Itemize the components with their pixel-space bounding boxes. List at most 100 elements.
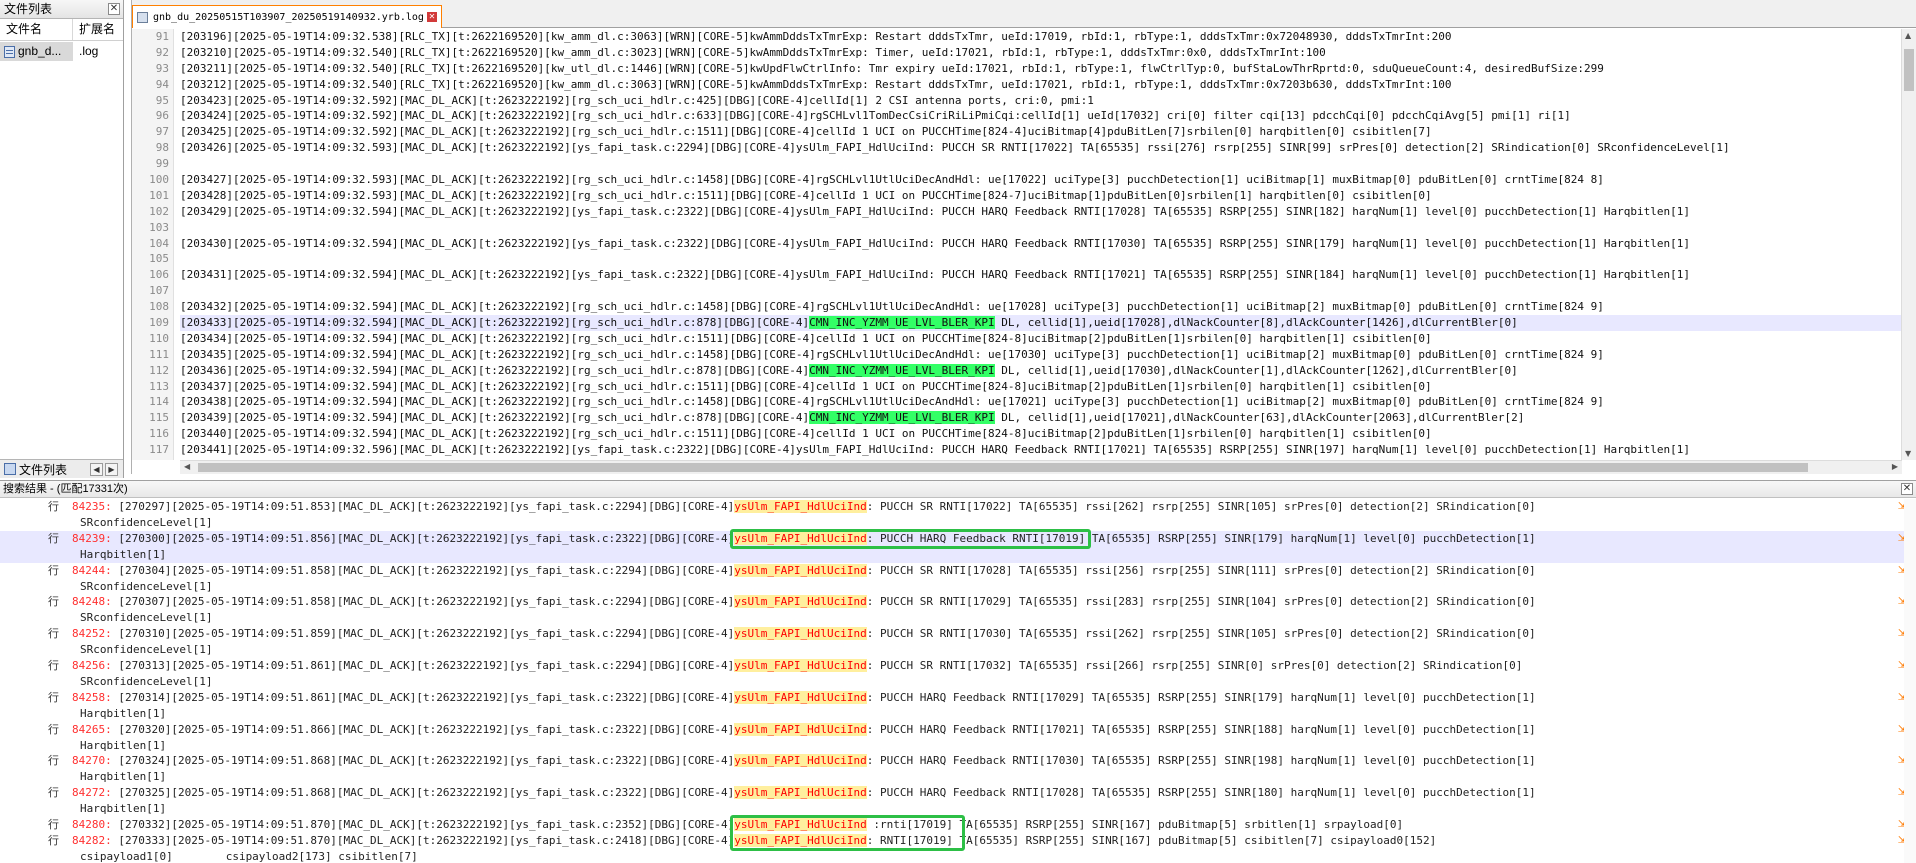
close-tab-icon[interactable]: ✕ <box>426 12 437 22</box>
code-line[interactable]: [203433][2025-05-19T14:09:32.594][MAC_DL… <box>180 315 1902 331</box>
column-header-filename[interactable]: 文件名 <box>0 19 73 40</box>
code-line[interactable]: [203210][2025-05-19T14:09:32.540][RLC_TX… <box>180 45 1902 61</box>
code-line[interactable]: [203434][2025-05-19T14:09:32.594][MAC_DL… <box>180 331 1902 347</box>
document-tab[interactable]: gnb_du_20250515T103907_20250519140932.yr… <box>132 5 442 28</box>
vertical-scrollbar[interactable]: ▲ ▼ <box>1901 29 1916 460</box>
code-line[interactable]: [203424][2025-05-19T14:09:32.592][MAC_DL… <box>180 108 1902 124</box>
file-icon <box>4 45 15 58</box>
code-line[interactable]: [203428][2025-05-19T14:09:32.593][MAC_DL… <box>180 188 1902 204</box>
result-prefix: [270332][2025-05-19T14:09:51.870][MAC_DL… <box>111 818 735 831</box>
result-continuation-text: SRconfidenceLevel[1] <box>80 643 213 657</box>
search-result-row[interactable]: 行 84265: [270320][2025-05-19T14:09:51.866… <box>0 722 1916 738</box>
result-prefix: [270310][2025-05-19T14:09:51.859][MAC_DL… <box>111 627 735 641</box>
result-line-number[interactable]: 84239: <box>72 532 112 545</box>
search-result-row[interactable]: 行 84244: [270304][2025-05-19T14:09:51.858… <box>0 563 1916 579</box>
search-result-continuation: Harqbitlen[1] <box>0 769 1916 785</box>
code-line[interactable]: [203437][2025-05-19T14:09:32.594][MAC_DL… <box>180 379 1902 395</box>
line-number: 96 <box>155 109 169 123</box>
scroll-left-icon[interactable]: ◀ <box>90 462 103 476</box>
result-line-number[interactable]: 84256: <box>72 659 112 672</box>
code-line[interactable]: [203427][2025-05-19T14:09:32.593][MAC_DL… <box>180 172 1902 188</box>
horizontal-scrollbar[interactable]: ◀ ▶ <box>180 460 1902 474</box>
result-line-number[interactable]: 84265: <box>72 723 112 736</box>
scroll-right-icon[interactable]: ▶ <box>1892 462 1898 471</box>
line-number: 115 <box>149 411 169 425</box>
search-result-row[interactable]: 行 84256: [270313][2025-05-19T14:09:51.861… <box>0 658 1916 674</box>
result-line-number[interactable]: 84248: <box>72 595 112 608</box>
close-icon[interactable]: ✕ <box>1901 483 1913 495</box>
search-result-row[interactable]: 行 84252: [270310][2025-05-19T14:09:51.859… <box>0 626 1916 642</box>
scroll-right-icon[interactable]: ▶ <box>105 462 118 476</box>
search-result-row[interactable]: 行 84258: [270314][2025-05-19T14:09:51.861… <box>0 690 1916 706</box>
result-line-number[interactable]: 84282: <box>72 834 112 847</box>
search-result-row[interactable]: 行 84272: [270325][2025-05-19T14:09:51.868… <box>0 785 1916 801</box>
code-line[interactable]: [203425][2025-05-19T14:09:32.592][MAC_DL… <box>180 124 1902 140</box>
scroll-left-icon[interactable]: ◀ <box>184 462 190 471</box>
code-line[interactable]: [203196][2025-05-19T14:09:32.538][RLC_TX… <box>180 29 1902 45</box>
code-line[interactable]: [203423][2025-05-19T14:09:32.592][MAC_DL… <box>180 93 1902 109</box>
search-result-continuation: SRconfidenceLevel[1] <box>0 674 1916 690</box>
code-line[interactable]: [203212][2025-05-19T14:09:32.540][RLC_TX… <box>180 77 1902 93</box>
line-number: 91 <box>155 30 169 43</box>
line-number: 107 <box>149 284 169 298</box>
code-line[interactable]: [203211][2025-05-19T14:09:32.540][RLC_TX… <box>180 61 1902 77</box>
row-label: 行 <box>48 754 59 768</box>
search-match: ysUlm_FAPI_HdlUciInd <box>734 690 867 704</box>
result-prefix: [270320][2025-05-19T14:09:51.866][MAC_DL… <box>111 722 735 736</box>
search-result-row[interactable]: 行 84235: [270297][2025-05-19T14:09:51.853… <box>0 499 1916 515</box>
editor-pane[interactable]: gnb_du_20250515T103907_20250519140932.yr… <box>131 0 1916 474</box>
column-header-extension[interactable]: 扩展名 <box>73 19 123 40</box>
scrollbar-thumb[interactable] <box>1904 49 1914 91</box>
highlighted-keyword: CMN_INC_YZMM_UE_LVL_BLER_KPI <box>809 316 995 330</box>
result-text: : PUCCH HARQ Feedback RNTI[17021] TA[655… <box>866 722 1536 736</box>
code-area[interactable]: [203196][2025-05-19T14:09:32.538][RLC_TX… <box>180 29 1902 460</box>
file-extension: .log <box>79 44 99 58</box>
search-match: ysUlm_FAPI_HdlUciInd <box>734 500 867 513</box>
scroll-down-icon[interactable]: ▼ <box>1905 449 1911 458</box>
vertical-scrollbar[interactable] <box>1904 499 1916 863</box>
code-line[interactable]: [203436][2025-05-19T14:09:32.594][MAC_DL… <box>180 363 1902 379</box>
scrollbar-thumb[interactable] <box>198 463 1808 472</box>
code-line[interactable]: [203430][2025-05-19T14:09:32.594][MAC_DL… <box>180 236 1902 252</box>
code-line[interactable] <box>180 283 1902 299</box>
line-number: 92 <box>155 45 169 59</box>
result-line-number[interactable]: 84252: <box>72 627 112 640</box>
tab-file-list[interactable]: 文件列表 <box>0 461 67 478</box>
result-line-number[interactable]: 84235: <box>72 500 112 513</box>
code-line[interactable] <box>180 156 1902 172</box>
code-line[interactable]: [203439][2025-05-19T14:09:32.594][MAC_DL… <box>180 410 1902 426</box>
search-results-panel: 搜索结果 - (匹配17331次) ✕ 行 84235: [270297][202… <box>0 480 1916 863</box>
code-line[interactable]: [203426][2025-05-19T14:09:32.593][MAC_DL… <box>180 140 1902 156</box>
line-number: 109 <box>149 316 169 330</box>
result-line-number[interactable]: 84258: <box>72 691 112 704</box>
code-line[interactable]: [203429][2025-05-19T14:09:32.594][MAC_DL… <box>180 204 1902 220</box>
file-name: gnb_d... <box>18 44 62 58</box>
file-list-item[interactable]: gnb_d... .log <box>0 42 123 61</box>
scroll-up-icon[interactable]: ▲ <box>1905 31 1911 40</box>
result-line-number[interactable]: 84244: <box>72 564 112 577</box>
close-icon[interactable]: ✕ <box>108 3 120 15</box>
result-line-number[interactable]: 84270: <box>72 754 112 767</box>
result-text: : PUCCH SR RNTI[17022] TA[65535] rssi[26… <box>866 500 1536 513</box>
result-line-number[interactable]: 84272: <box>72 786 112 799</box>
code-line[interactable]: [203431][2025-05-19T14:09:32.594][MAC_DL… <box>180 267 1902 283</box>
line-number: 102 <box>149 204 169 218</box>
result-continuation-text: Harqbitlen[1] <box>80 802 167 816</box>
code-line[interactable] <box>180 251 1902 267</box>
search-result-row[interactable]: 行 84248: [270307][2025-05-19T14:09:51.858… <box>0 594 1916 610</box>
line-number: 116 <box>149 427 169 441</box>
code-line[interactable]: [203435][2025-05-19T14:09:32.594][MAC_DL… <box>180 347 1902 363</box>
result-line-number[interactable]: 84280: <box>72 818 112 831</box>
search-result-row[interactable]: 行 84270: [270324][2025-05-19T14:09:51.868… <box>0 753 1916 769</box>
file-list-icon <box>4 463 16 475</box>
tab-file-list-label: 文件列表 <box>19 462 68 477</box>
code-line[interactable]: [203440][2025-05-19T14:09:32.594][MAC_DL… <box>180 426 1902 442</box>
code-line[interactable] <box>180 220 1902 236</box>
row-label: 行 <box>48 833 59 847</box>
search-match: ysUlm_FAPI_HdlUciInd <box>734 754 867 768</box>
code-line[interactable]: [203432][2025-05-19T14:09:32.594][MAC_DL… <box>180 299 1902 315</box>
code-line[interactable]: [203441][2025-05-19T14:09:32.596][MAC_DL… <box>180 442 1902 458</box>
result-prefix: [270300][2025-05-19T14:09:51.856][MAC_DL… <box>111 531 735 545</box>
line-number: 95 <box>155 93 169 107</box>
code-line[interactable]: [203438][2025-05-19T14:09:32.594][MAC_DL… <box>180 394 1902 410</box>
